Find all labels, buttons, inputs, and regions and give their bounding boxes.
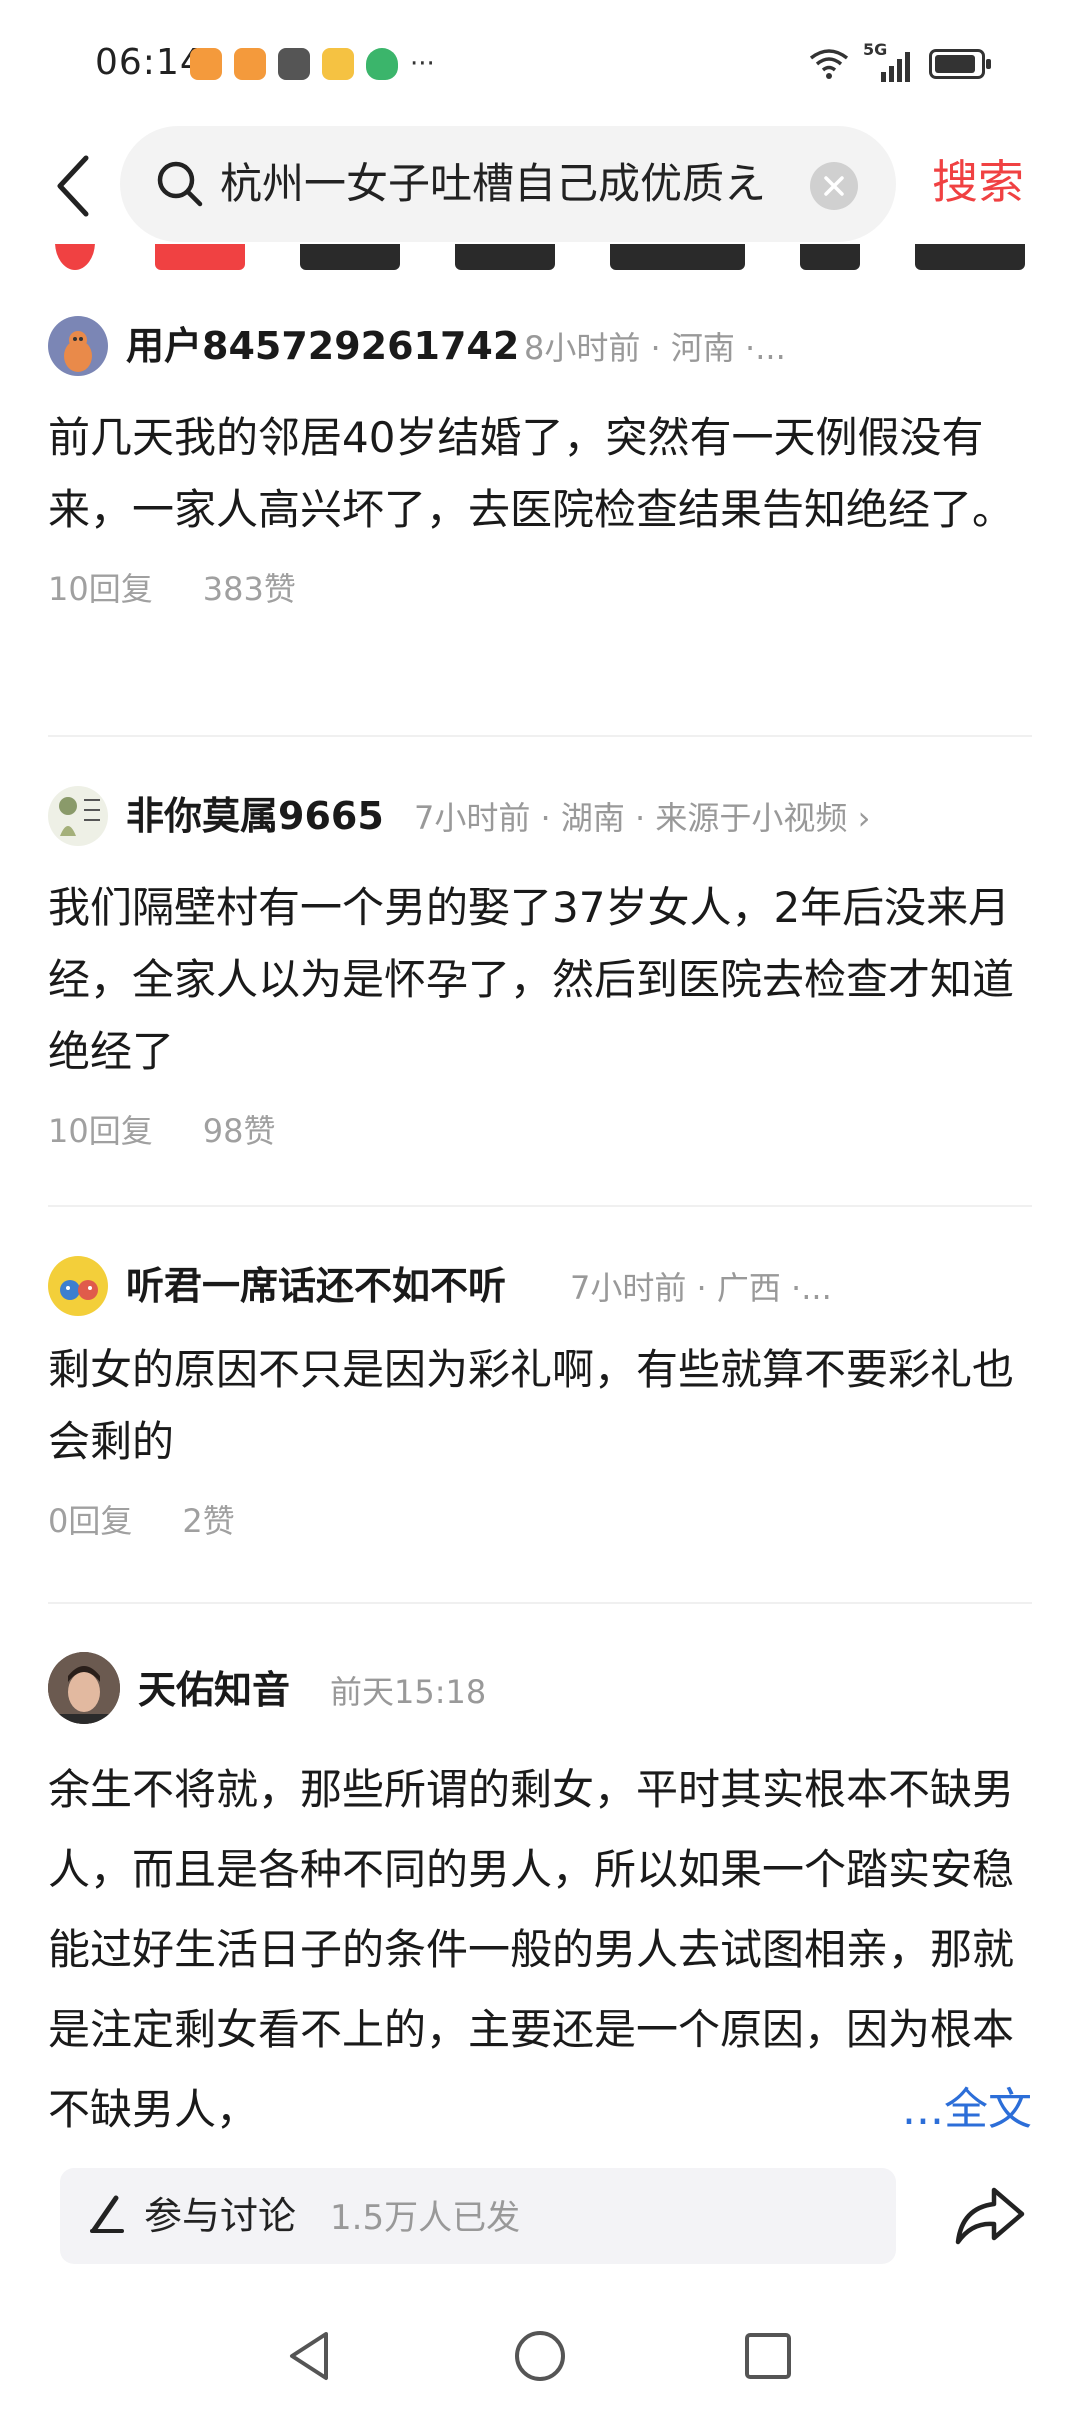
avatar[interactable]: [48, 1652, 120, 1724]
expand-fulltext-link[interactable]: ...全文: [882, 2070, 1032, 2150]
nav-recents-icon[interactable]: [738, 2326, 798, 2386]
avatar[interactable]: [48, 1256, 108, 1316]
reply-count[interactable]: 10回复: [48, 1106, 153, 1152]
network-type-label: 5G: [863, 40, 888, 59]
nav-back-icon[interactable]: [280, 2326, 340, 2386]
reply-count[interactable]: 10回复: [48, 564, 153, 610]
search-icon: [157, 161, 203, 207]
clear-search-button[interactable]: [810, 162, 858, 210]
status-time: 06:14: [95, 42, 204, 83]
system-navigation-bar: [0, 2300, 1080, 2412]
divider: [48, 1205, 1032, 1207]
shield-check-icon: [366, 48, 398, 80]
comment-username[interactable]: 听君一席话还不如不听: [126, 1258, 506, 1314]
discuss-input-bar[interactable]: 参与讨论 1.5万人已发: [60, 2168, 896, 2264]
comment-stats: 10回复 383赞: [48, 564, 1032, 610]
like-count[interactable]: 383赞: [203, 564, 296, 610]
comment-meta: 7小时前 · 广西 ·...: [570, 1269, 832, 1307]
like-count[interactable]: 2赞: [182, 1496, 234, 1542]
comment-meta: 前天15:18: [330, 1673, 487, 1711]
notification-icons: ···: [190, 48, 435, 80]
nav-home-icon[interactable]: [510, 2326, 570, 2386]
chevron-left-icon: [57, 155, 89, 217]
system-status-icons: 5G: [809, 40, 991, 82]
comment-item[interactable]: 非你莫属9665 7小时前 · 湖南 · 来源于小视频 › 我们隔壁村有一个男的…: [48, 782, 1032, 1152]
wifi-icon: [809, 49, 849, 79]
taobao-notification-icon: [190, 48, 222, 80]
signal-icon: 5G: [863, 40, 915, 82]
search-header: 杭州一女子吐槽自己成优质え 搜索: [0, 124, 1080, 244]
taobao-notification-icon-2: [234, 48, 266, 80]
back-button[interactable]: [42, 150, 102, 222]
tab-cut-3[interactable]: [300, 244, 400, 270]
comment-body[interactable]: 我们隔壁村有一个男的娶了37岁女人，2年后没来月经，全家人以为是怀孕了，然后到医…: [48, 872, 1032, 1088]
tab-cut-7[interactable]: [915, 244, 1025, 270]
status-bar: 06:14 ··· 5G: [0, 0, 1080, 120]
avatar[interactable]: [48, 316, 108, 376]
comment-item[interactable]: 用户845729261742 8小时前 · 河南 ·... 前几天我的邻居40岁…: [48, 312, 1032, 610]
reply-count[interactable]: 0回复: [48, 1496, 132, 1542]
comment-username[interactable]: 天佑知音: [138, 1662, 290, 1718]
search-input[interactable]: 杭州一女子吐槽自己成优质え: [120, 126, 896, 242]
search-submit-button[interactable]: 搜索: [932, 154, 1024, 210]
comment-meta: 8小时前 · 河南 ·...: [524, 329, 786, 367]
comment-stats: 0回复 2赞: [48, 1496, 1032, 1542]
weibo-icon: [322, 48, 354, 80]
search-query-text[interactable]: 杭州一女子吐槽自己成优质え: [220, 156, 780, 212]
comment-item[interactable]: 听君一席话还不如不听 7小时前 · 广西 ·... 剩女的原因不只是因为彩礼啊，…: [48, 1252, 1032, 1542]
tab-cut-4[interactable]: [455, 244, 555, 270]
tab-cut-1[interactable]: [55, 244, 95, 270]
comment-username[interactable]: 非你莫属9665: [126, 788, 384, 844]
cartoon-avatar-icon: [59, 797, 100, 836]
tab-cut-2[interactable]: [155, 244, 245, 270]
comment-body[interactable]: 前几天我的邻居40岁结婚了，突然有一天例假没有来，一家人高兴坏了，去医院检查结果…: [48, 402, 1032, 546]
more-notifications-icon: ···: [410, 49, 435, 79]
divider: [48, 735, 1032, 737]
like-count[interactable]: 98赞: [203, 1106, 276, 1152]
share-icon: [955, 2187, 1025, 2245]
comment-item[interactable]: 天佑知音 前天15:18 余生不将就，那些所谓的剩女，平时其实根本不缺男人，而且…: [48, 1652, 1032, 2150]
default-avatar-icon: [64, 331, 92, 372]
comment-username[interactable]: 用户845729261742: [126, 318, 519, 374]
category-tabs-cut: [0, 244, 1080, 274]
battery-icon: [929, 49, 991, 79]
avatar[interactable]: [48, 786, 108, 846]
comment-stats: 10回复 98赞: [48, 1106, 1032, 1152]
upload-icon: [278, 48, 310, 80]
tab-cut-5[interactable]: [610, 244, 745, 270]
share-button[interactable]: [950, 2176, 1030, 2256]
tab-cut-6[interactable]: [800, 244, 860, 270]
comment-body[interactable]: 剩女的原因不只是因为彩礼啊，有些就算不要彩礼也会剩的: [48, 1334, 1032, 1478]
pen-icon: [90, 2195, 124, 2233]
photo-avatar-icon: [48, 1652, 120, 1724]
close-icon: [824, 176, 844, 196]
comment-meta[interactable]: 7小时前 · 湖南 · 来源于小视频 ›: [414, 790, 870, 846]
discuss-count: 1.5万人已发: [330, 2198, 521, 2238]
divider: [48, 1602, 1032, 1604]
discuss-label: 参与讨论: [144, 2194, 297, 2238]
cartoon-avatar-icon: [60, 1280, 98, 1300]
